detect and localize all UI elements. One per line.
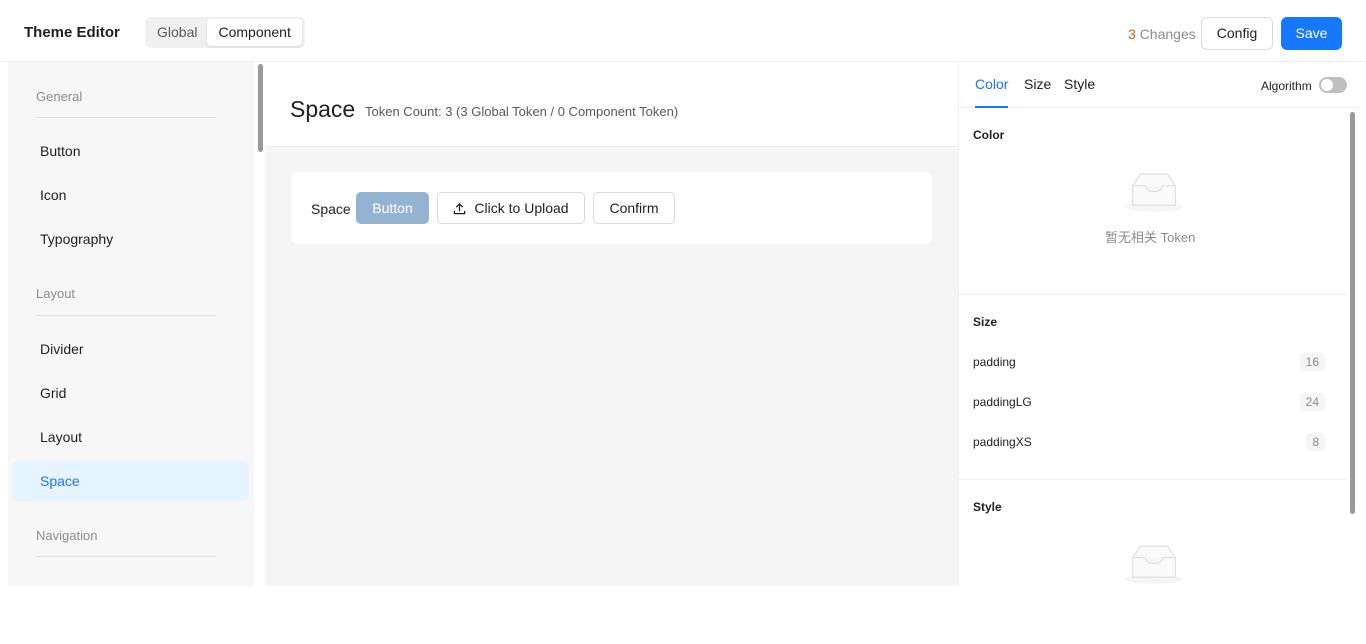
- app-title: Theme Editor: [24, 24, 120, 41]
- changes-indicator[interactable]: 3 Changes: [1128, 26, 1196, 42]
- top-header: Theme Editor Global Component 3 Changes …: [0, 0, 1366, 62]
- preview-label: Space: [311, 201, 351, 217]
- sidebar-item-space[interactable]: Space: [40, 473, 80, 489]
- token-row-padding[interactable]: padding 16: [973, 353, 1325, 373]
- algorithm-label: Algorithm: [1261, 79, 1312, 93]
- sidebar-item-grid[interactable]: Grid: [40, 385, 66, 401]
- tab-color[interactable]: Color: [975, 76, 1008, 92]
- upload-icon: [454, 203, 466, 215]
- sidebar-scrollbar[interactable]: [258, 64, 263, 152]
- changes-label: Changes: [1139, 26, 1196, 42]
- token-tabs: Color Size Style Algorithm: [959, 62, 1359, 108]
- algorithm-toggle[interactable]: [1319, 77, 1347, 93]
- sidebar-divider: [36, 556, 216, 557]
- upload-button-label: Click to Upload: [474, 200, 569, 216]
- color-section-title: Color: [973, 128, 1005, 142]
- save-button[interactable]: Save: [1281, 17, 1342, 50]
- token-value[interactable]: 8: [1306, 433, 1325, 451]
- scope-segmented-control[interactable]: Global Component: [145, 17, 305, 48]
- sidebar-group-navigation: Navigation: [36, 528, 98, 543]
- config-button[interactable]: Config: [1201, 17, 1273, 50]
- token-count: Token Count: 3 (3 Global Token / 0 Compo…: [365, 104, 679, 119]
- token-panel: Color Size Style Algorithm Color 暂无相关 To…: [958, 62, 1359, 586]
- section-divider: [959, 479, 1347, 480]
- tab-style[interactable]: Style: [1064, 76, 1095, 92]
- component-sidebar: General Button Icon Typography Layout Di…: [8, 62, 254, 586]
- active-tab-indicator: [975, 106, 1008, 108]
- component-title: Space: [290, 96, 356, 122]
- token-name: padding: [973, 355, 1016, 369]
- token-name: paddingLG: [973, 395, 1032, 409]
- preview-card: Space Button Click to Upload Confirm: [291, 172, 932, 244]
- component-header: Space Token Count: 3 (3 Global Token / 0…: [265, 62, 958, 147]
- sidebar-item-button[interactable]: Button: [40, 143, 80, 159]
- preview-upload-button[interactable]: Click to Upload: [437, 192, 585, 224]
- size-section-title: Size: [973, 315, 998, 329]
- sidebar-item-layout[interactable]: Layout: [40, 429, 82, 445]
- token-row-paddinglg[interactable]: paddingLG 24: [973, 393, 1325, 413]
- segment-global[interactable]: Global: [147, 19, 207, 46]
- token-value[interactable]: 16: [1299, 353, 1325, 371]
- sidebar-item-icon[interactable]: Icon: [40, 187, 66, 203]
- empty-inbox-icon: [1124, 173, 1184, 212]
- token-name: paddingXS: [973, 435, 1032, 449]
- sidebar-item-typography[interactable]: Typography: [40, 231, 113, 247]
- token-row-paddingxs[interactable]: paddingXS 8: [973, 433, 1325, 453]
- toggle-knob: [1321, 79, 1333, 91]
- preview-confirm-button[interactable]: Confirm: [593, 192, 675, 224]
- sidebar-divider: [36, 117, 216, 118]
- style-section-title: Style: [973, 500, 1002, 514]
- changes-count: 3: [1128, 26, 1136, 42]
- sidebar-divider: [36, 315, 216, 316]
- sidebar-group-general: General: [36, 89, 83, 104]
- segment-component[interactable]: Component: [207, 19, 302, 46]
- empty-inbox-icon: [1124, 545, 1184, 584]
- sidebar-item-divider[interactable]: Divider: [40, 341, 84, 357]
- preview-primary-button[interactable]: Button: [356, 192, 429, 224]
- color-empty-text: 暂无相关 Token: [1105, 230, 1196, 245]
- token-value[interactable]: 24: [1299, 393, 1325, 411]
- sidebar-group-layout: Layout: [36, 286, 76, 301]
- section-divider: [959, 294, 1347, 295]
- tab-size[interactable]: Size: [1024, 76, 1051, 92]
- preview-area: Space Token Count: 3 (3 Global Token / 0…: [265, 62, 958, 586]
- panel-scrollbar[interactable]: [1350, 112, 1355, 514]
